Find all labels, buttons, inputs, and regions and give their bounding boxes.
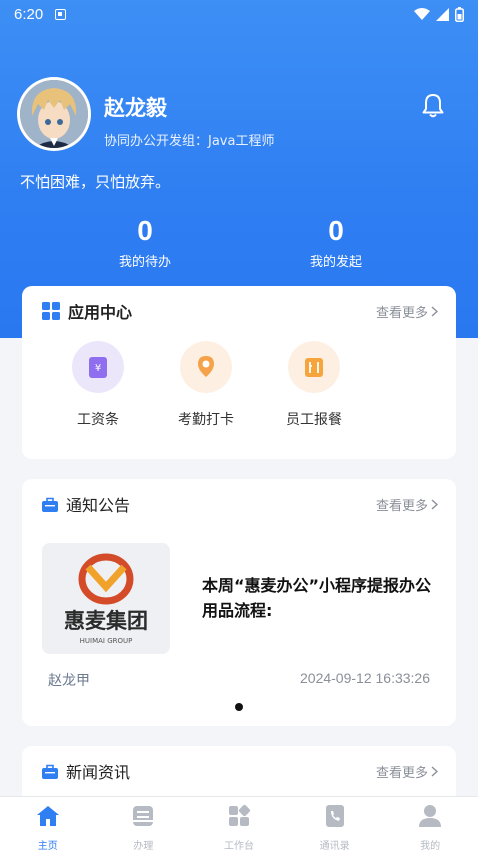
- avatar-image: [20, 80, 88, 148]
- signal-icon: [436, 7, 449, 21]
- meal-order-icon: [288, 341, 340, 393]
- user-icon: [419, 805, 442, 827]
- tab-contacts[interactable]: 通讯录: [287, 797, 383, 850]
- location-checkin-icon: [180, 341, 232, 393]
- company-logo: 惠麦集团 HUIMAI GROUP: [42, 543, 170, 654]
- status-bar: 6:20: [0, 0, 478, 28]
- tab-process[interactable]: 办理: [96, 797, 192, 850]
- battery-icon: [455, 6, 464, 22]
- payslip-icon: ¥: [72, 341, 124, 393]
- chevron-right-icon: [431, 765, 438, 777]
- notice-more-link[interactable]: 查看更多: [376, 495, 438, 514]
- svg-text:¥: ¥: [95, 363, 101, 374]
- stat-initiated-label: 我的发起: [309, 255, 362, 270]
- app-meal-label: 员工报餐: [286, 412, 342, 428]
- notice-title-heading: 通知公告: [66, 496, 131, 515]
- app-payslip-label: 工资条: [77, 412, 119, 428]
- app-meal[interactable]: 员工报餐: [260, 341, 368, 429]
- app-center-more-link[interactable]: 查看更多: [376, 302, 438, 321]
- tab-home[interactable]: 主页: [0, 797, 96, 850]
- user-department: 协同办公开发组：Java工程师: [104, 134, 275, 149]
- user-motto: 不怕困难，只怕放弃。: [20, 173, 171, 191]
- svg-text:HUIMAI GROUP: HUIMAI GROUP: [80, 637, 133, 645]
- stat-todo-count: 0: [137, 215, 153, 246]
- home-icon: [36, 806, 59, 826]
- tab-home-label: 主页: [37, 841, 58, 850]
- notice-header: 通知公告 查看更多: [42, 479, 438, 529]
- grid-icon: [42, 302, 60, 320]
- app-attendance[interactable]: 考勤打卡: [152, 341, 260, 429]
- briefcase-icon: [42, 764, 58, 779]
- app-center-more-label: 查看更多: [375, 305, 428, 321]
- stat-todo-label: 我的待办: [118, 255, 171, 270]
- bell-icon[interactable]: [419, 91, 447, 119]
- tab-mine-label: 我的: [420, 841, 441, 850]
- notice-item-author: 赵龙甲: [48, 673, 90, 689]
- wifi-icon: [414, 7, 430, 20]
- tab-workbench-label: 工作台: [223, 841, 254, 850]
- stat-todo[interactable]: 0 我的待办: [85, 215, 205, 270]
- status-time: 6:20: [14, 5, 44, 23]
- user-name: 赵龙毅: [104, 96, 167, 120]
- carousel-indicator[interactable]: [235, 703, 243, 711]
- phone-book-icon: [325, 805, 344, 827]
- news-header: 新闻资讯 查看更多: [42, 746, 438, 796]
- news-title-heading: 新闻资讯: [66, 763, 131, 782]
- chevron-right-icon: [431, 498, 438, 510]
- app-center-header: 应用中心 查看更多: [42, 286, 438, 336]
- avatar[interactable]: [17, 77, 91, 151]
- tab-process-label: 办理: [133, 841, 154, 850]
- notice-card: 通知公告 查看更多 惠麦集团 HUIMAI GROUP 本周“惠麦办公”小程序提…: [22, 479, 456, 726]
- tab-workbench[interactable]: 工作台: [191, 797, 287, 850]
- bottom-tab-bar: 主页 办理 工作台 通讯录 我的: [0, 796, 478, 850]
- apps-grid-icon: [228, 804, 251, 826]
- notice-more-label: 查看更多: [375, 498, 428, 514]
- stat-initiated[interactable]: 0 我的发起: [276, 215, 396, 270]
- briefcase-icon: [42, 497, 58, 512]
- sim-icon: [55, 8, 67, 20]
- stat-initiated-count: 0: [328, 215, 344, 246]
- chevron-right-icon: [431, 305, 438, 317]
- notice-item-time: 2024-09-12 16:33:26: [300, 670, 430, 686]
- app-center-title: 应用中心: [68, 303, 133, 322]
- tab-contacts-label: 通讯录: [319, 841, 350, 850]
- svg-text:惠麦集团: 惠麦集团: [64, 609, 148, 633]
- news-more-label: 查看更多: [375, 765, 428, 781]
- app-payslip[interactable]: ¥ 工资条: [44, 341, 152, 429]
- news-more-link[interactable]: 查看更多: [376, 762, 438, 781]
- document-tray-icon: [133, 806, 154, 826]
- notice-item-title: 本周“惠麦办公”小程序提报办公用品流程:: [202, 576, 432, 620]
- app-attendance-label: 考勤打卡: [178, 412, 234, 428]
- tab-mine[interactable]: 我的: [382, 797, 478, 850]
- app-center-card: 应用中心 查看更多 ¥ 工资条 考勤打卡 员工报餐: [22, 286, 456, 459]
